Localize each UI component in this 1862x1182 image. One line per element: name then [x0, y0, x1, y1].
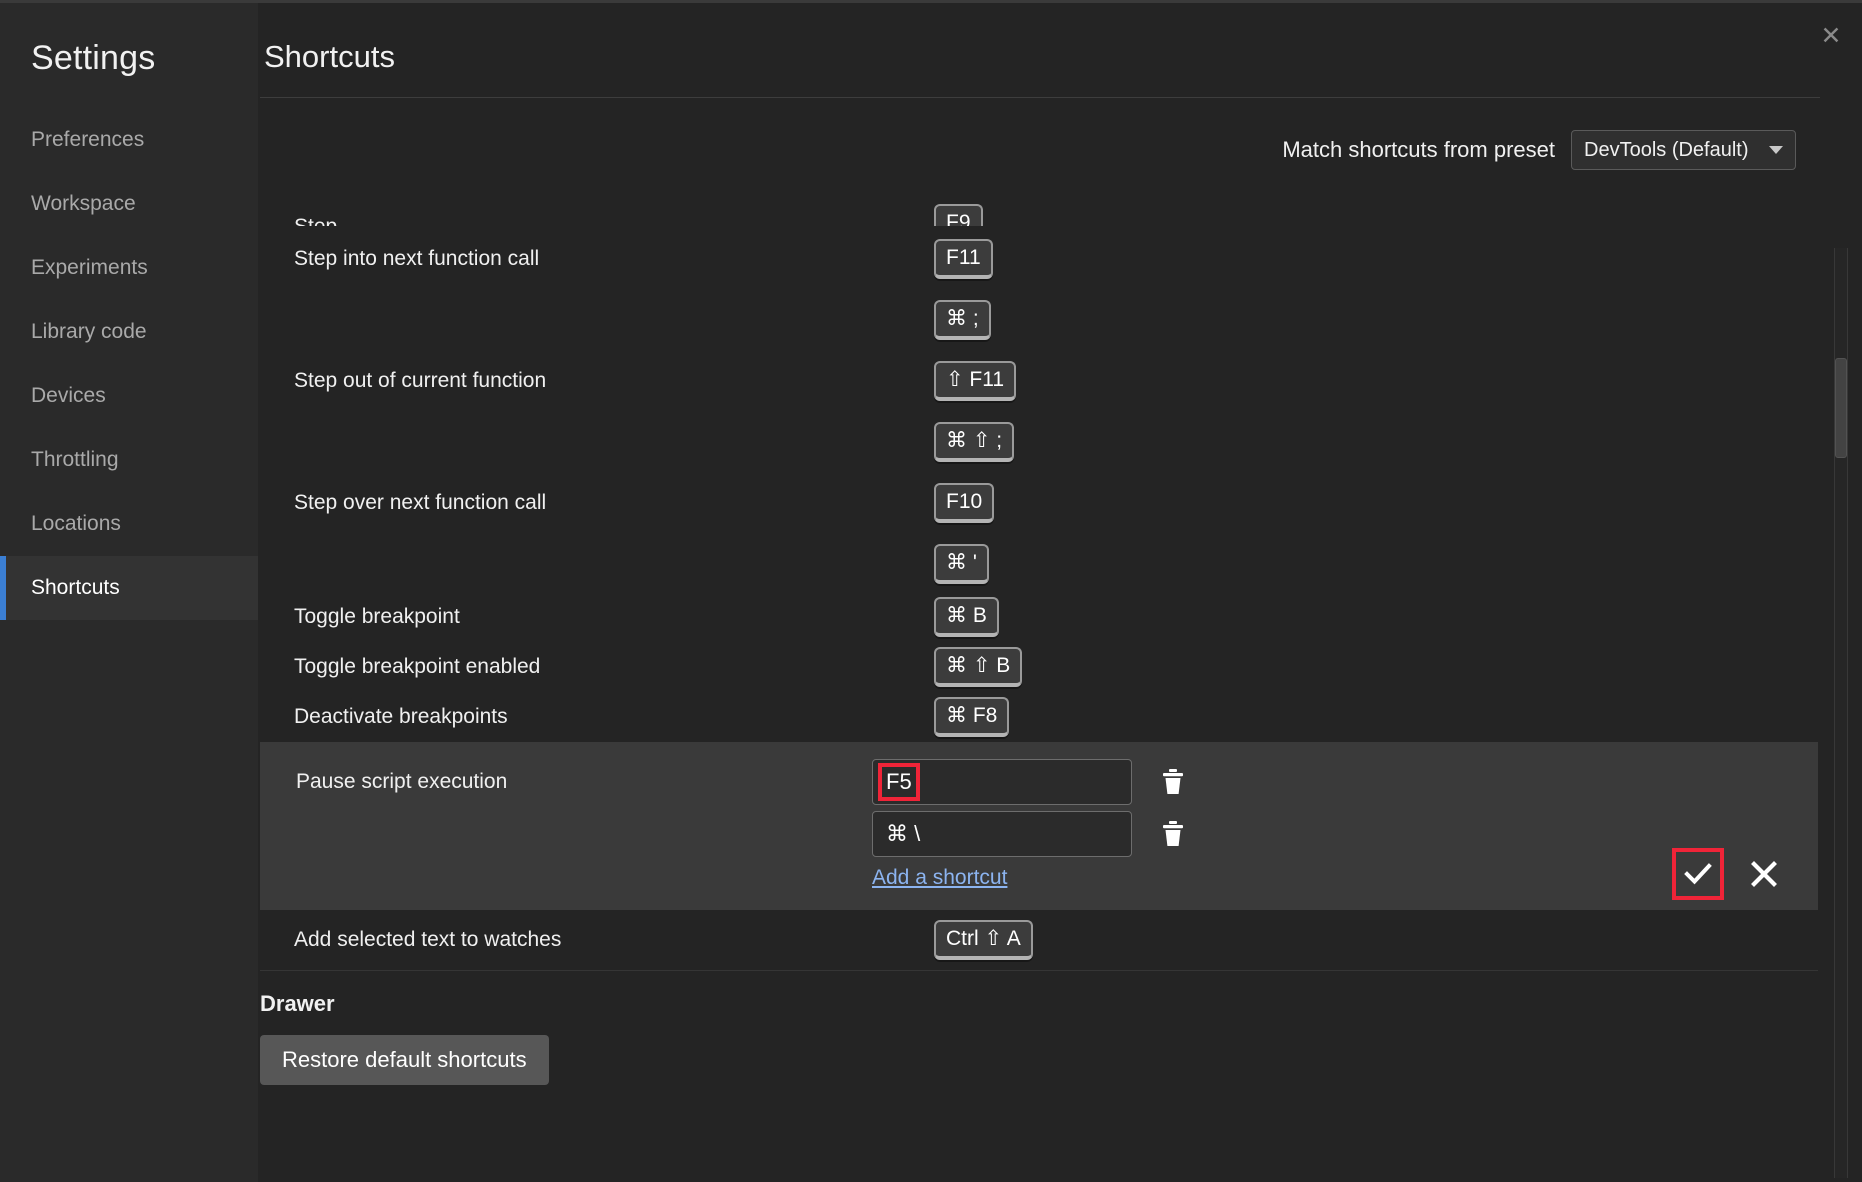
close-icon[interactable]: ✕: [1814, 19, 1848, 53]
settings-main-panel: ✕ Shortcuts Match shortcuts from preset …: [258, 3, 1862, 1182]
shortcut-keys: ⌘ ⇧ ;: [934, 421, 1015, 463]
shortcut-label: Step out of current function: [294, 369, 547, 392]
shortcut-keys: F11: [934, 238, 993, 280]
keycap: ⌘ F8: [934, 696, 1010, 738]
shortcut-label: Step into next function call: [294, 247, 540, 270]
table-row[interactable]: Deactivate breakpoints ⌘ F8: [258, 692, 1818, 742]
shortcut-keys: ⇧ F11: [934, 360, 1017, 402]
table-row[interactable]: Toggle breakpoint enabled ⌘ ⇧ B: [258, 642, 1818, 692]
keycap: ⌘ B: [934, 596, 999, 638]
shortcut-label: Toggle breakpoint enabled: [294, 655, 541, 678]
table-row[interactable]: Step F9: [258, 192, 1818, 226]
table-row[interactable]: Step over next function call F10: [258, 470, 1818, 536]
edit-line-primary: Pause script execution F5: [296, 756, 1818, 808]
check-icon: [1684, 863, 1712, 885]
keycap: F10: [934, 482, 995, 524]
page-title: Shortcuts: [264, 39, 395, 74]
preset-selected-value: DevTools (Default): [1584, 138, 1749, 161]
shortcut-keys: ⌘ B: [934, 596, 999, 638]
title-divider: [260, 97, 1820, 98]
sidebar-item-workspace[interactable]: Workspace: [0, 172, 258, 236]
keycap: ⌘ ⇧ B: [934, 646, 1023, 688]
settings-sidebar: Settings Preferences Workspace Experimen…: [0, 3, 258, 1182]
restore-default-shortcuts-button[interactable]: Restore default shortcuts: [260, 1035, 549, 1085]
shortcut-label: Toggle breakpoint: [294, 605, 460, 628]
close-icon: [1751, 861, 1777, 887]
sidebar-item-label: Preferences: [31, 128, 145, 151]
add-shortcut-line: Add a shortcut: [296, 866, 1818, 890]
keycap: F11: [934, 238, 993, 280]
sidebar-item-locations[interactable]: Locations: [0, 492, 258, 556]
shortcut-keys: F10: [934, 482, 995, 524]
delete-shortcut-icon-1[interactable]: [1160, 767, 1186, 797]
sidebar-item-throttling[interactable]: Throttling: [0, 428, 258, 492]
edit-action-buttons: [1672, 848, 1782, 900]
keycap: ⇧ F11: [934, 360, 1017, 402]
cancel-shortcut-button[interactable]: [1746, 856, 1782, 892]
keycap: Ctrl ⇧ A: [934, 919, 1033, 961]
selected-indicator: [0, 556, 6, 620]
shortcut-label: Step: [294, 215, 934, 226]
keycap: ⌘ ;: [934, 299, 991, 341]
keycap: ⌘ ⇧ ;: [934, 421, 1015, 463]
table-row[interactable]: Toggle breakpoint ⌘ B: [258, 592, 1818, 642]
delete-shortcut-icon-2[interactable]: [1160, 819, 1186, 849]
preset-label: Match shortcuts from preset: [1282, 137, 1555, 162]
confirm-shortcut-button[interactable]: [1672, 848, 1724, 900]
shortcut-label: Deactivate breakpoints: [294, 705, 508, 728]
shortcut-keys: ⌘ ⇧ B: [934, 646, 1023, 688]
keycap: F9: [934, 203, 983, 226]
shortcuts-list-container: Step F9 Step into next function call F11…: [258, 192, 1862, 1085]
shortcut-keys: ⌘ ;: [934, 299, 991, 341]
shortcut-edit-row: Pause script execution F5 ⌘ \ Add a shor…: [260, 742, 1818, 910]
table-row[interactable]: Step into next function call F11: [258, 226, 1818, 292]
shortcut-keys: F9: [934, 203, 983, 226]
table-row[interactable]: Step out of current function ⇧ F11: [258, 348, 1818, 414]
vertical-scrollbar[interactable]: [1834, 248, 1848, 1178]
chevron-down-icon: [1769, 146, 1783, 154]
settings-heading: Settings: [31, 39, 156, 77]
shortcut-keys: ⌘ ': [934, 543, 989, 585]
sidebar-item-devices[interactable]: Devices: [0, 364, 258, 428]
sidebar-item-library-code[interactable]: Library code: [0, 300, 258, 364]
key-chip: ⌘ \: [886, 821, 921, 846]
section-heading: Drawer: [260, 991, 335, 1016]
preset-select[interactable]: DevTools (Default): [1571, 130, 1796, 170]
shortcuts-list: Step F9 Step into next function call F11…: [258, 192, 1818, 1085]
keycap: ⌘ ': [934, 543, 989, 585]
table-row-extra-binding[interactable]: ⌘ ': [258, 536, 1818, 592]
sidebar-item-label: Devices: [31, 384, 106, 407]
sidebar-item-preferences[interactable]: Preferences: [0, 108, 258, 172]
sidebar-item-label: Library code: [31, 320, 147, 343]
preset-row: Match shortcuts from preset DevTools (De…: [258, 130, 1862, 170]
drawer-section: Drawer Restore default shortcuts: [258, 991, 1818, 1085]
shortcut-label: Add selected text to watches: [294, 928, 562, 951]
sidebar-item-experiments[interactable]: Experiments: [0, 236, 258, 300]
sidebar-item-shortcuts[interactable]: Shortcuts: [0, 556, 258, 620]
settings-window: Settings Preferences Workspace Experimen…: [0, 0, 1862, 1182]
shortcut-label: Pause script execution: [296, 770, 508, 793]
shortcut-key-input-2[interactable]: ⌘ \: [872, 811, 1132, 857]
shortcut-keys: ⌘ F8: [934, 696, 1010, 738]
shortcut-keys: Ctrl ⇧ A: [934, 919, 1033, 961]
shortcut-label: Step over next function call: [294, 491, 547, 514]
sidebar-item-label: Throttling: [31, 448, 119, 471]
sidebar-item-label: Locations: [31, 512, 121, 535]
section-divider: [260, 970, 1818, 971]
table-row-extra-binding[interactable]: ⌘ ⇧ ;: [258, 414, 1818, 470]
sidebar-item-label: Shortcuts: [31, 576, 120, 599]
sidebar-item-label: Experiments: [31, 256, 148, 279]
add-shortcut-link[interactable]: Add a shortcut: [872, 866, 1007, 890]
shortcut-key-input-1[interactable]: F5: [872, 759, 1132, 805]
scrollbar-thumb[interactable]: [1835, 358, 1847, 458]
edit-line-secondary: ⌘ \: [296, 808, 1818, 860]
table-row[interactable]: Add selected text to watches Ctrl ⇧ A: [258, 910, 1818, 970]
key-chip: F5: [878, 763, 920, 801]
sidebar-item-label: Workspace: [31, 192, 136, 215]
table-row-extra-binding[interactable]: ⌘ ;: [258, 292, 1818, 348]
